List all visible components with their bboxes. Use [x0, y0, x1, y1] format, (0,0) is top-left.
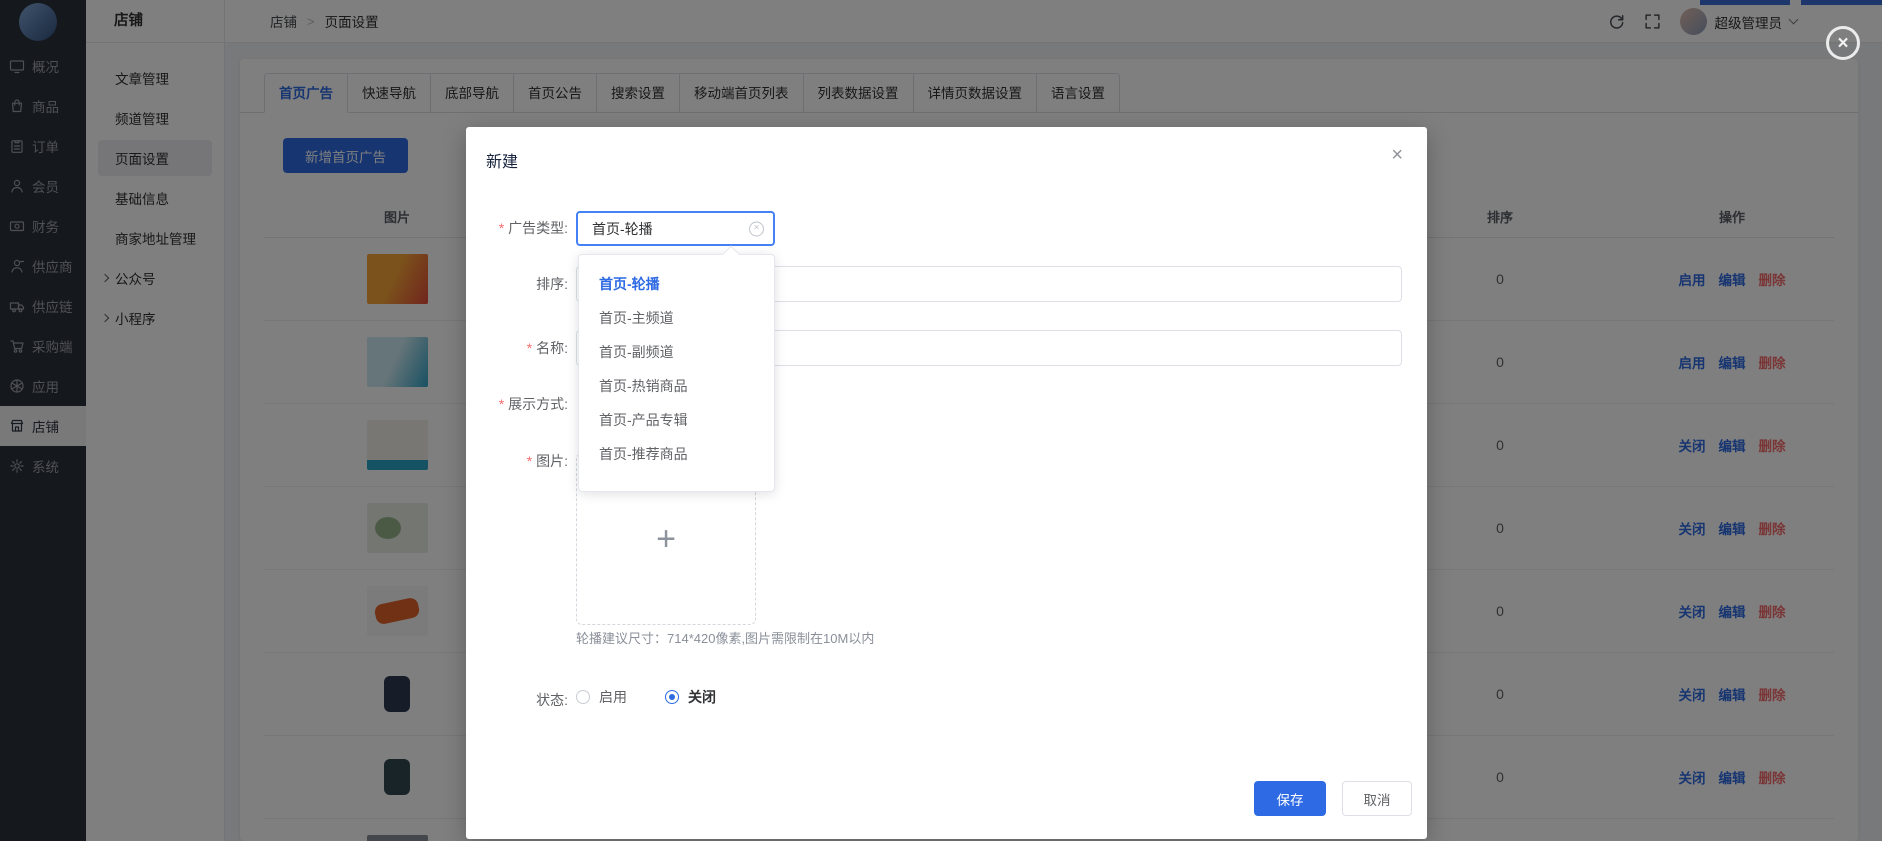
image-label: 图片:	[466, 451, 568, 471]
image-size-hint: 轮播建议尺寸：714*420像素,图片需限制在10M以内	[576, 628, 874, 647]
dropdown-options: 首页-轮播首页-主频道首页-副频道首页-热销商品首页-产品专辑首页-推荐商品	[579, 255, 774, 493]
radio-icon	[665, 690, 679, 704]
ad-type-select[interactable]: 首页-轮播 ×	[576, 211, 775, 246]
dropdown-option-1[interactable]: 首页-主频道	[579, 301, 774, 335]
dropdown-option-0[interactable]: 首页-轮播	[579, 267, 774, 301]
modal-close-icon[interactable]: ×	[1391, 145, 1403, 165]
radio-icon	[576, 690, 590, 704]
dropdown-option-2[interactable]: 首页-副频道	[579, 335, 774, 369]
ad-type-dropdown: 首页-轮播首页-主频道首页-副频道首页-热销商品首页-产品专辑首页-推荐商品	[578, 254, 775, 492]
status-radio-group: 启用 关闭	[576, 687, 716, 707]
status-label: 状态:	[466, 690, 568, 710]
dropdown-option-5[interactable]: 首页-推荐商品	[579, 437, 774, 471]
ad-type-label: 广告类型:	[466, 218, 568, 238]
radio-label: 启用	[599, 687, 627, 707]
cancel-button[interactable]: 取消	[1342, 781, 1412, 816]
clear-icon[interactable]: ×	[749, 221, 764, 236]
radio-label: 关闭	[688, 687, 716, 707]
dropdown-option-4[interactable]: 首页-产品专辑	[579, 403, 774, 437]
status-radio-启用[interactable]: 启用	[576, 687, 627, 707]
status-radio-关闭[interactable]: 关闭	[665, 687, 716, 707]
save-button[interactable]: 保存	[1254, 781, 1326, 816]
name-label: 名称:	[466, 338, 568, 358]
display-mode-label: 展示方式:	[466, 394, 568, 414]
plus-icon: +	[656, 522, 676, 556]
modal-title: 新建	[486, 148, 518, 172]
ad-type-value: 首页-轮播	[592, 219, 653, 239]
new-ad-modal: 新建 × 广告类型: 首页-轮播 × 排序: 名称: 展示方式: 图片: + 轮…	[466, 127, 1427, 839]
sort-label: 排序:	[466, 274, 568, 294]
screen-close-button[interactable]: ×	[1826, 26, 1860, 60]
dropdown-option-3[interactable]: 首页-热销商品	[579, 369, 774, 403]
close-icon: ×	[1837, 34, 1848, 53]
